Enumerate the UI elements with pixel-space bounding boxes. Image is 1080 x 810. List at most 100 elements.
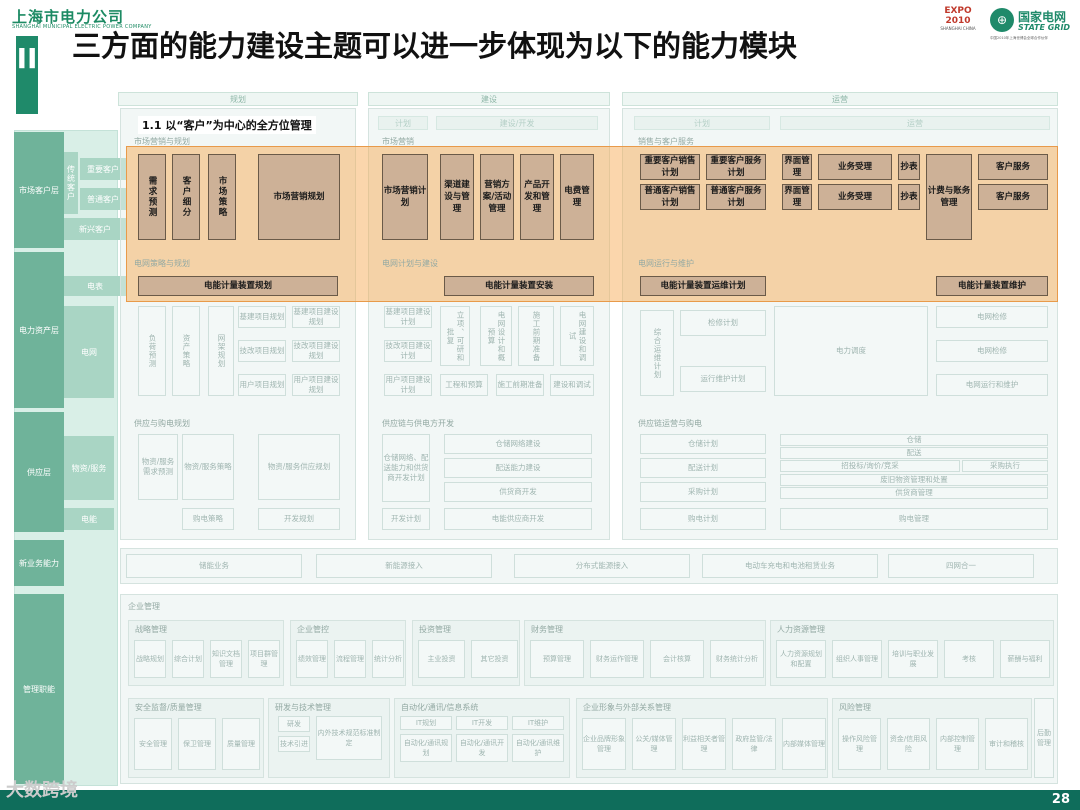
mgmt-item: 人力资源规划和配置 [776,640,826,678]
grid-plan-box: 网架规划 [208,306,234,396]
grid-plan-box: 用户项目建设规划 [292,374,340,396]
grid-plan-box: 基建项目建设规划 [292,306,340,328]
module-box: 界面管理 [782,184,812,210]
grid-ops-box: 电网检修 [936,340,1048,362]
highlight-caption: 1.1 以“客户”为中心的全方位管理 [138,116,316,134]
supply-plan-box: 物资/服务策略 [182,434,234,500]
supply-ops-box: 招投标/询价/竞采 [780,460,960,472]
section-title: 电网运行与维护 [638,259,694,268]
mgmt-item: 技术引进 [278,736,310,752]
new-biz-box: 储能业务 [126,554,302,578]
new-biz-box: 新能源接入 [316,554,492,578]
mgmt-item: 自动化/通讯规划 [400,734,452,762]
row-label-new: 新业务能力 [14,540,64,586]
grid-build-box: 工程和预算 [440,374,488,396]
module-box: 重要客户销售计划 [640,154,700,180]
mgmt-group-title: 投资管理 [419,625,451,634]
mgmt-item: 薪酬与福利 [1000,640,1050,678]
module-box: 重要客户服务计划 [706,154,766,180]
grid-ops-box: 检修计划 [680,310,766,336]
module-box: 普通客户销售计划 [640,184,700,210]
supply-ops-box: 采购执行 [962,460,1048,472]
supply-ops-box: 配送 [780,447,1048,459]
meter-module-box: 电能计量装置安装 [444,276,594,296]
mgmt-item: 保卫管理 [178,718,216,770]
module-box: 业务受理 [818,154,892,180]
phase-construction: 建设 [368,92,610,106]
grid-build-box: 电网设计和概预算 [480,306,512,366]
row-label-supply: 供应层 [14,412,64,532]
supply-plan-box: 物资/服务供应规划 [258,434,340,500]
supply-ops-box: 采购计划 [640,482,766,502]
section-title: 供应与购电规划 [134,419,190,428]
mgmt-item: IT维护 [512,716,564,730]
module-box: 营销方案/活动管理 [480,154,514,240]
module-box: 市场营销规划 [258,154,340,240]
module-box: 抄表 [898,154,920,180]
mgmt-item: 项目群管理 [248,640,280,678]
grid-ops-box: 电力调度 [774,306,928,396]
footer-bar [0,790,1080,810]
mgmt-item: 其它投资 [471,640,518,678]
mgmt-item: IT开发 [456,716,508,730]
phase-planning: 规划 [118,92,358,106]
supply-plan-box: 购电策略 [182,508,234,530]
section-title: 供应链与供电方开发 [382,419,454,428]
mgmt-item: 统计分析 [372,640,404,678]
supply-plan-box: 开发规划 [258,508,340,530]
mgmt-group-title: 安全监督/质量管理 [135,703,202,712]
supply-build-box: 开发计划 [382,508,430,530]
mgmt-item: 公关/媒体管理 [632,718,676,770]
row-label-market: 市场客户层 [14,132,64,248]
meter-module-box: 电能计量装置维护 [936,276,1048,296]
supply-build-box: 仓储网络建设 [444,434,592,454]
mgmt-item: 综合计划 [172,640,204,678]
grid-ops-box: 电网检修 [936,306,1048,328]
sub-label-power: 电能 [64,508,114,530]
grid-build-box: 基建项目建设计划 [384,306,432,328]
module-box: 界面管理 [782,154,812,180]
mgmt-item: 企业品牌形象管理 [582,718,626,770]
mgmt-item: 会计核算 [650,640,704,678]
mgmt-group-title: 战略管理 [135,625,167,634]
grid-plan-box: 用户项目规划 [238,374,286,396]
mgmt-title: 企业管理 [128,602,160,611]
grid-build-box: 技改项目建设计划 [384,340,432,362]
mgmt-group-title: 研发与技术管理 [275,703,331,712]
mgmt-item: 内外技术规范标准制定 [316,716,382,760]
sub-label-meter: 电表 [64,276,126,296]
module-box: 电费管理 [560,154,594,240]
mgmt-item: 后勤管理 [1034,698,1054,778]
state-grid-logo: ⊕ 国家电网 STATE GRID 中国2010年上海世博会全球合作伙伴 [990,8,1071,40]
supply-build-box: 仓储网络、配送能力和供货商开发计划 [382,434,430,502]
module-box: 客户细分 [172,154,200,240]
supply-plan-box: 物资/服务需求预测 [138,434,178,500]
module-box: 计费与账务管理 [926,154,972,240]
grid-ops-box: 运行维护计划 [680,366,766,392]
supply-ops-box: 购电计划 [640,508,766,530]
mgmt-item: IT规划 [400,716,452,730]
mgmt-item: 研发 [278,716,310,732]
new-biz-box: 分布式能源接入 [514,554,690,578]
module-box: 市场营销计划 [382,154,428,240]
grid-build-box: 施工前期准备 [496,374,544,396]
grid-plan-box: 技改项目规划 [238,340,286,362]
mgmt-item: 内部媒体管理 [782,718,826,770]
supply-ops-box: 购电管理 [780,508,1048,530]
section-title: 供应链运营与购电 [638,419,702,428]
sub-label-grid: 电网 [64,306,114,398]
row-label-asset: 电力资产层 [14,252,64,408]
expo-logo: EXPO 2010 SHANGHAI CHINA [940,6,976,31]
state-grid-icon: ⊕ [990,8,1014,32]
supply-ops-box: 废旧物资管理和处置 [780,474,1048,486]
module-box: 客户服务 [978,154,1048,180]
mgmt-item: 内部控制管理 [936,718,979,770]
mgmt-group-title: 财务管理 [531,625,563,634]
section-title: 电网计划与建设 [382,259,438,268]
page-number: 28 [1051,792,1070,807]
mgmt-item: 审计和稽核 [985,718,1028,770]
module-box: 渠道建设与管理 [440,154,474,240]
supply-build-box: 配送能力建设 [444,458,592,478]
module-box: 普通客户服务计划 [706,184,766,210]
supply-build-box: 供货商开发 [444,482,592,502]
